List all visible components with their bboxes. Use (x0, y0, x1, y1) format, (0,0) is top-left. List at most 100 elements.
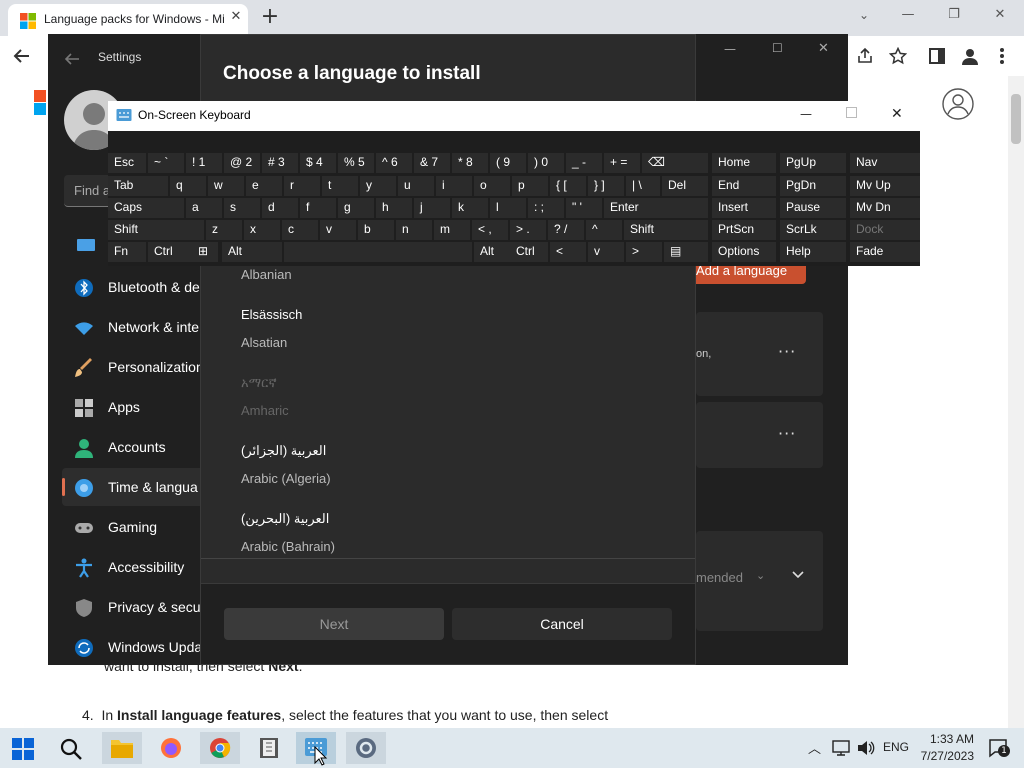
osk-key[interactable]: ~ ` (148, 153, 184, 173)
osk-key[interactable]: " ' (566, 198, 602, 218)
tab-search-icon[interactable]: ⌄ (852, 4, 876, 26)
language-item-english[interactable]: Alsatian (241, 335, 287, 350)
profile-icon[interactable] (960, 46, 980, 66)
osk-nav-key[interactable]: Mv Dn (850, 198, 920, 218)
osk-key[interactable]: > . (510, 220, 546, 240)
osk-key[interactable]: g (338, 198, 374, 218)
osk-key[interactable]: u (398, 176, 434, 196)
osk-nav-key[interactable]: Mv Up (850, 176, 920, 196)
language-item-english[interactable]: Arabic (Algeria) (241, 471, 331, 486)
osk-key[interactable]: ⊞ (192, 242, 218, 262)
clock-time[interactable]: 1:33 AM (922, 732, 974, 746)
osk-nav-key[interactable]: Options (712, 242, 776, 262)
language-item-english[interactable]: Amharic (241, 403, 289, 418)
osk-key[interactable]: d (262, 198, 298, 218)
osk-key[interactable]: ! 1 (186, 153, 222, 173)
osk-key[interactable]: & 7 (414, 153, 450, 173)
osk-key[interactable]: w (208, 176, 244, 196)
osk-nav-key[interactable]: Home (712, 153, 776, 173)
osk-key[interactable]: q (170, 176, 206, 196)
osk-key[interactable]: $ 4 (300, 153, 336, 173)
osk-key[interactable]: Tab (108, 176, 168, 196)
osk-key[interactable]: j (414, 198, 450, 218)
browser-close-button[interactable]: ✕ (980, 4, 1020, 26)
osk-key[interactable]: ▤ (664, 242, 708, 262)
cancel-button[interactable]: Cancel (452, 608, 672, 640)
osk-key[interactable]: t (322, 176, 358, 196)
firefox-button[interactable] (152, 732, 192, 764)
osk-key[interactable]: Enter (604, 198, 708, 218)
osk-key[interactable]: a (186, 198, 222, 218)
language-item-english[interactable]: Albanian (241, 267, 292, 282)
osk-key[interactable]: k (452, 198, 488, 218)
language-item-english[interactable]: Arabic (Bahrain) (241, 539, 335, 554)
input-language[interactable]: ENG (883, 740, 909, 754)
bookmark-star-icon[interactable] (889, 47, 907, 65)
osk-key[interactable]: ( 9 (490, 153, 526, 173)
osk-key[interactable]: } ] (588, 176, 624, 196)
network-tray-icon[interactable] (832, 740, 850, 756)
tray-chevron-up-icon[interactable]: ︿ (808, 738, 821, 757)
osk-key[interactable]: | \ (626, 176, 660, 196)
osk-key[interactable]: s (224, 198, 260, 218)
osk-key[interactable]: v (320, 220, 356, 240)
side-panel-icon[interactable] (928, 47, 946, 65)
osk-key[interactable]: l (490, 198, 526, 218)
language-item-native[interactable]: አማርኛ (241, 375, 277, 391)
browser-restore-button[interactable]: ❐ (934, 4, 974, 26)
tab-close-icon[interactable]: ✕ (227, 8, 245, 26)
settings-minimize-icon[interactable]: — (724, 42, 736, 56)
language-item-native[interactable]: العربية (الجزائر) (241, 443, 326, 459)
osk-key[interactable]: h (376, 198, 412, 218)
osk-key[interactable]: Alt (222, 242, 282, 262)
expand-chevron-icon[interactable] (792, 571, 804, 579)
osk-key[interactable]: r (284, 176, 320, 196)
back-arrow-icon[interactable] (12, 46, 32, 66)
browser-minimize-button[interactable]: — (888, 4, 928, 26)
osk-key[interactable]: + = (604, 153, 640, 173)
clock-date[interactable]: 7/27/2023 (914, 749, 974, 763)
osk-key[interactable]: o (474, 176, 510, 196)
language-item-native[interactable]: Elsässisch (241, 307, 302, 322)
osk-nav-key[interactable]: Fade (850, 242, 920, 262)
osk-key[interactable] (284, 242, 472, 262)
osk-key[interactable]: ^ (586, 220, 622, 240)
osk-maximize-button[interactable] (846, 107, 857, 118)
osk-key[interactable]: p (512, 176, 548, 196)
osk-nav-key[interactable]: PgUp (780, 153, 846, 173)
start-button[interactable] (4, 732, 44, 764)
osk-key[interactable]: ? / (548, 220, 584, 240)
osk-key[interactable]: { [ (550, 176, 586, 196)
menu-dots-icon[interactable] (994, 46, 1010, 66)
osk-minimize-button[interactable]: — (800, 107, 812, 121)
osk-key[interactable]: z (206, 220, 242, 240)
osk-key[interactable]: y (360, 176, 396, 196)
next-button[interactable]: Next (224, 608, 444, 640)
osk-key[interactable]: Ctrl (510, 242, 548, 262)
osk-nav-key[interactable]: Help (780, 242, 846, 262)
osk-nav-key[interactable]: Nav (850, 153, 920, 173)
new-tab-button[interactable]: + (258, 6, 282, 30)
more-options-icon[interactable]: ··· (778, 424, 796, 443)
osk-key[interactable]: @ 2 (224, 153, 260, 173)
osk-key[interactable]: Alt (474, 242, 512, 262)
osk-key[interactable]: v (588, 242, 624, 262)
osk-key[interactable]: f (300, 198, 336, 218)
osk-key[interactable]: _ - (566, 153, 602, 173)
osk-key[interactable]: i (436, 176, 472, 196)
language-item-native[interactable]: العربية (البحرين) (241, 511, 329, 527)
osk-key[interactable]: Shift (624, 220, 708, 240)
osk-key[interactable]: # 3 (262, 153, 298, 173)
osk-key[interactable]: : ; (528, 198, 564, 218)
browser-tab[interactable]: Language packs for Windows - Microsoft S… (8, 4, 248, 36)
osk-key[interactable]: Shift (108, 220, 204, 240)
osk-nav-key[interactable]: Pause (780, 198, 846, 218)
settings-close-icon[interactable]: ✕ (818, 41, 829, 56)
osk-nav-key[interactable]: Insert (712, 198, 776, 218)
volume-icon[interactable] (857, 740, 875, 756)
osk-close-button[interactable]: ✕ (891, 106, 903, 122)
osk-key[interactable]: b (358, 220, 394, 240)
chrome-button[interactable] (200, 732, 240, 764)
app-button[interactable] (249, 732, 289, 764)
osk-key[interactable]: Esc (108, 153, 146, 173)
